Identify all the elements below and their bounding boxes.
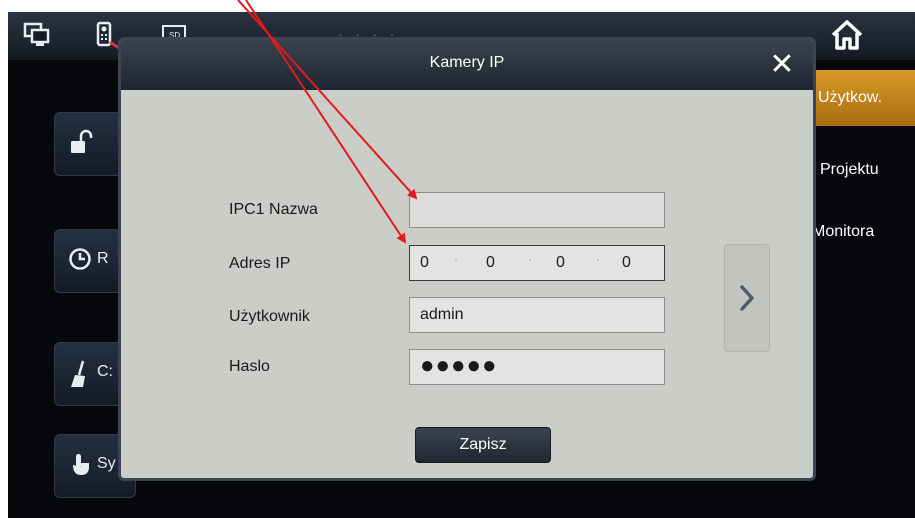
annotation-arrows — [237, 0, 418, 244]
arrow-to-ip-field — [245, 0, 407, 244]
